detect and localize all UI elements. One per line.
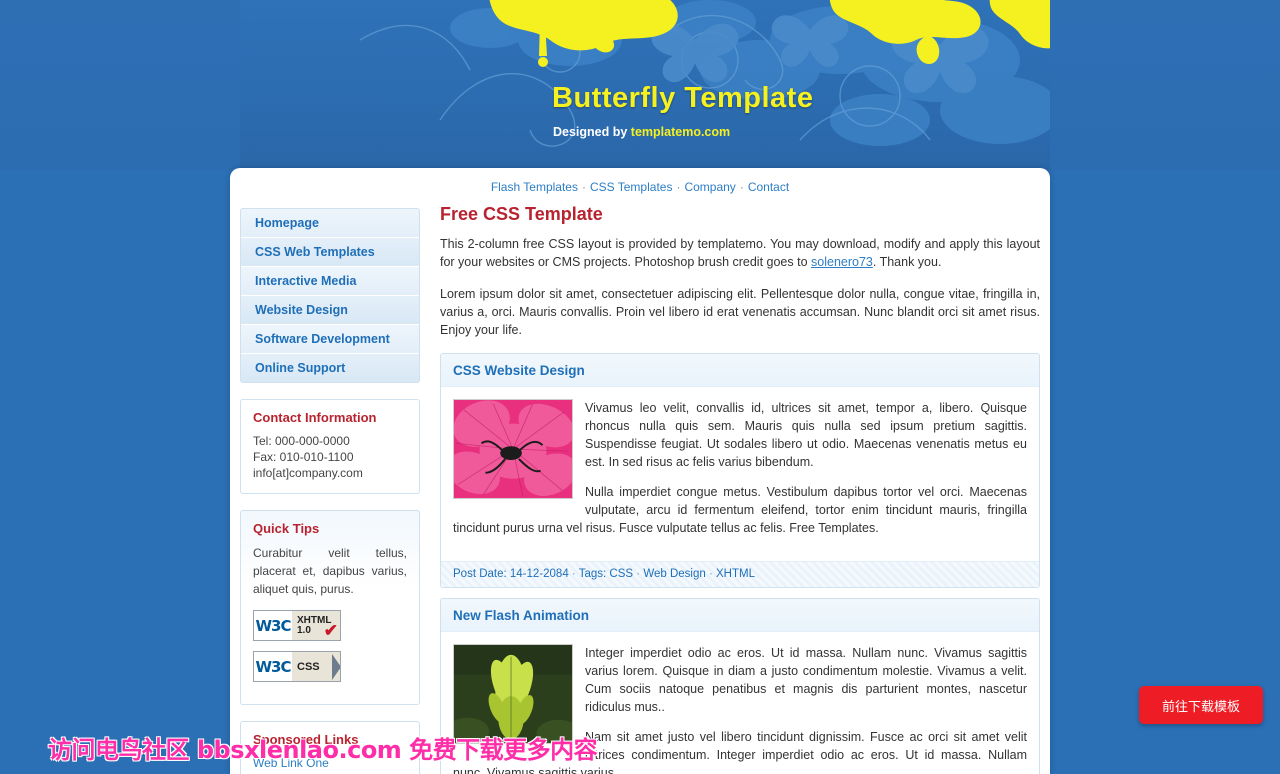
topnav-item-company[interactable]: Company <box>682 180 737 194</box>
solenero-link[interactable]: solenero73 <box>811 255 873 269</box>
w3c-css-badge-icon[interactable]: W3C CSS <box>253 651 341 682</box>
quick-tips-title: Quick Tips <box>253 521 320 536</box>
page-root: Butterfly Template Designed by templatem… <box>0 0 1280 774</box>
article-2-heading: New Flash Animation <box>441 599 1039 632</box>
topnav-item-contact[interactable]: Contact <box>746 180 791 194</box>
topnav-separator-1: · <box>581 180 586 194</box>
quick-tips-box: Quick Tips Curabitur velit tellus, place… <box>240 510 420 705</box>
banner-artwork-area: Butterfly Template Designed by templatem… <box>240 0 1050 170</box>
site-subtitle: Designed by templatemo.com <box>553 125 730 139</box>
sidebar-item-interactive-media[interactable]: Interactive Media <box>241 267 419 296</box>
article-1-body: Vivamus leo velit, convallis id, ultrice… <box>441 387 1039 561</box>
page-title: Free CSS Template <box>440 204 603 224</box>
article-1-heading: CSS Website Design <box>441 354 1039 387</box>
subtitle-link[interactable]: templatemo.com <box>631 125 730 139</box>
w3c-logo-css: W3C <box>254 652 292 681</box>
sidebar-menu: Homepage CSS Web Templates Interactive M… <box>240 208 420 383</box>
validation-badges: W3C XHTML 1.0 ✔ W3C CSS <box>253 610 407 682</box>
badge-arrow-icon <box>332 654 340 680</box>
article-1-meta: Post Date: 14-12-2084 · Tags: CSS · Web … <box>441 561 1039 587</box>
download-template-button[interactable]: 前往下载模板 <box>1139 686 1263 724</box>
article-1-date: 14-12-2084 <box>509 568 569 580</box>
contact-information-box: Contact Information Tel: 000-000-0000 Fa… <box>240 399 420 494</box>
sidebar-item-css-web-templates[interactable]: CSS Web Templates <box>241 238 419 267</box>
topnav-item-css-templates[interactable]: CSS Templates <box>588 180 674 194</box>
intro-text-part1: This 2-column free CSS layout is provide… <box>440 237 1040 269</box>
article-1-thumbnail <box>453 399 573 499</box>
main-content: Free CSS Template This 2-column free CSS… <box>440 204 1040 774</box>
w3c-xhtml-badge-icon[interactable]: W3C XHTML 1.0 ✔ <box>253 610 341 641</box>
contact-tel: Tel: 000-000-0000 <box>253 434 350 448</box>
article-1-date-label: Post Date: <box>453 568 510 580</box>
contact-email: info[at]company.com <box>253 466 363 480</box>
site-banner: Butterfly Template Designed by templatem… <box>0 0 1280 170</box>
checkmark-icon: ✔ <box>323 621 338 640</box>
main-panel: Flash Templates · CSS Templates · Company · Co… <box>230 168 1050 774</box>
topnav-item-flash-templates[interactable]: Flash Templates <box>489 180 580 194</box>
article-2-thumbnail <box>453 644 573 744</box>
green-plant-image <box>454 645 572 743</box>
topnav-separator-3: · <box>739 180 744 194</box>
article-1-tag-web-design[interactable]: Web Design <box>643 568 705 580</box>
article-css-website-design: CSS Website Design Vivamus leo velit, co… <box>440 353 1040 588</box>
article-1-tags-label: Tags: <box>578 568 610 580</box>
sidebar-item-software-development[interactable]: Software Development <box>241 325 419 354</box>
intro-text-part2: . Thank you. <box>872 255 942 269</box>
sidebar-item-homepage[interactable]: Homepage <box>241 209 419 238</box>
contact-fax: Fax: 010-010-1100 <box>253 450 354 464</box>
intro-paragraph: This 2-column free CSS layout is provide… <box>440 235 1040 271</box>
watermark-text: 访问电鸟社区 bbsxlenlao.com 免费下载更多内容 <box>48 736 598 764</box>
w3c-logo-xhtml: W3C <box>254 611 292 640</box>
subtitle-prefix: Designed by <box>553 125 631 139</box>
pink-flower-image <box>454 400 572 498</box>
sidebar: Homepage CSS Web Templates Interactive M… <box>240 208 420 774</box>
sidebar-item-online-support[interactable]: Online Support <box>241 354 419 382</box>
site-title: Butterfly Template <box>552 82 814 114</box>
lorem-paragraph: Lorem ipsum dolor sit amet, consectetuer… <box>440 287 1040 337</box>
sidebar-item-website-design[interactable]: Website Design <box>241 296 419 325</box>
article-1-tag-css[interactable]: CSS <box>609 568 633 580</box>
article-1-tag-xhtml[interactable]: XHTML <box>716 568 755 580</box>
contact-information-title: Contact Information <box>253 410 377 425</box>
quick-tips-text: Curabitur velit tellus, placerat et, dap… <box>253 546 407 596</box>
top-navigation: Flash Templates · CSS Templates · Company · Co… <box>230 180 1050 194</box>
